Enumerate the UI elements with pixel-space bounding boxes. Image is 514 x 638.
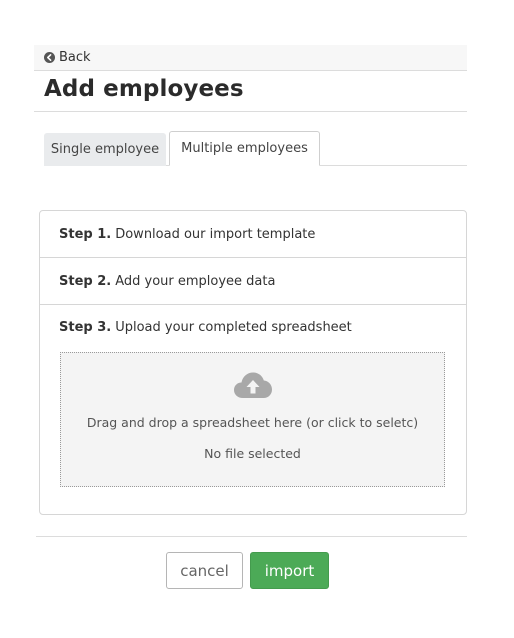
step-number: Step 3. bbox=[59, 319, 112, 335]
footer-divider bbox=[36, 536, 467, 537]
arrow-circle-left-icon bbox=[44, 52, 55, 63]
page-title: Add employees bbox=[44, 76, 244, 102]
cloud-upload-icon bbox=[233, 370, 273, 402]
step-row-download-template: Step 1. Download our import template bbox=[40, 211, 466, 258]
step-row-add-data: Step 2. Add your employee data bbox=[40, 258, 466, 305]
step-number: Step 2. bbox=[59, 273, 112, 289]
back-link[interactable]: Back bbox=[34, 45, 467, 71]
step-text: Download our import template bbox=[115, 226, 316, 242]
step-number: Step 1. bbox=[59, 226, 112, 242]
import-button[interactable]: import bbox=[250, 552, 329, 589]
file-status: No file selected bbox=[204, 446, 301, 461]
step-text: Upload your completed spreadsheet bbox=[115, 319, 352, 335]
tab-single-employee[interactable]: Single employee bbox=[44, 133, 166, 166]
step-text: Add your employee data bbox=[115, 273, 276, 289]
back-label: Back bbox=[59, 50, 91, 65]
spreadsheet-dropzone[interactable]: Drag and drop a spreadsheet here (or cli… bbox=[60, 352, 445, 487]
import-steps-panel: Step 1. Download our import template Ste… bbox=[39, 210, 467, 515]
tab-multiple-employees[interactable]: Multiple employees bbox=[169, 131, 320, 166]
dropzone-instructions: Drag and drop a spreadsheet here (or cli… bbox=[86, 415, 419, 430]
title-divider bbox=[34, 111, 467, 112]
step-row-upload: Step 3. Upload your completed spreadshee… bbox=[40, 305, 466, 349]
cancel-button[interactable]: cancel bbox=[166, 552, 243, 589]
tab-bar: Single employee Multiple employees bbox=[44, 131, 467, 166]
